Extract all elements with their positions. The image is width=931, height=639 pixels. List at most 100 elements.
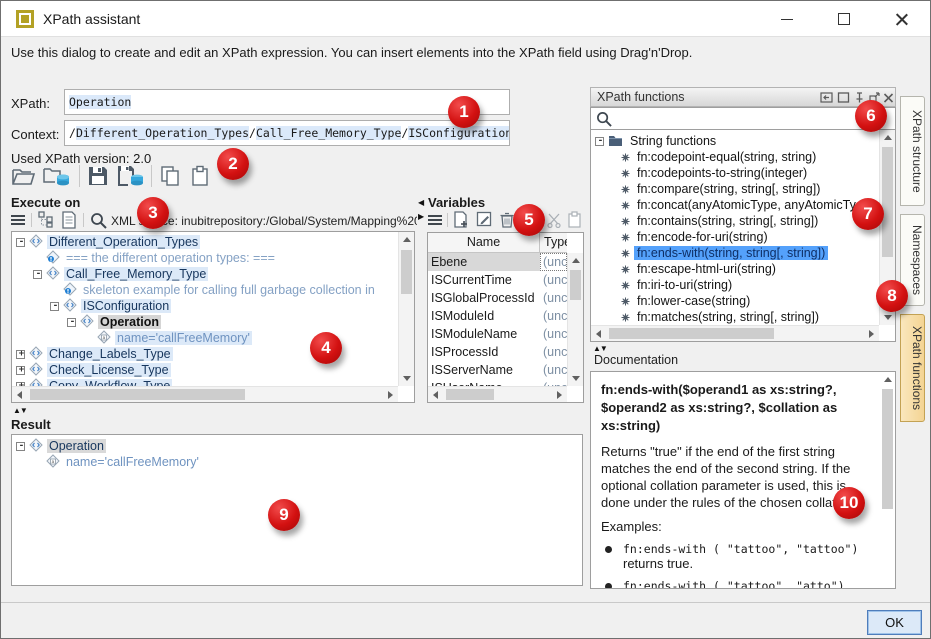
variable-row[interactable]: ISProcessId(unc — [428, 343, 567, 361]
tree-node-label: Operation — [98, 315, 161, 329]
save-icon[interactable] — [87, 165, 109, 190]
dock-icon[interactable] — [820, 91, 833, 104]
variable-row[interactable]: ISModuleId(unc — [428, 307, 567, 325]
maximize-button[interactable] — [821, 1, 867, 37]
tree-expander-icon[interactable] — [67, 318, 76, 327]
column-header-type[interactable]: Type — [540, 233, 567, 252]
paste-variable-icon[interactable] — [567, 211, 582, 230]
paste-icon[interactable] — [189, 165, 211, 190]
minimize-button[interactable] — [764, 1, 810, 37]
tree-expander-icon[interactable] — [50, 302, 59, 311]
tree-row[interactable]: Check_License_Type — [12, 362, 398, 378]
variable-row[interactable]: ISUserName(unc — [428, 379, 567, 386]
scrollbar-thumb[interactable] — [401, 250, 412, 294]
tree-expander-icon[interactable] — [33, 270, 42, 279]
menu-icon[interactable] — [11, 214, 25, 229]
function-row[interactable]: fn:codepoint-equal(string, string) — [591, 149, 879, 165]
collapse-left-icon[interactable] — [418, 199, 424, 207]
function-row[interactable]: fn:matches(string, string[, string]) — [591, 309, 879, 325]
function-row[interactable]: fn:concat(anyAtomicType, anyAtomicTy — [591, 197, 879, 213]
tree-row[interactable]: aname='callFreeMemory' — [12, 454, 582, 470]
xpath-input[interactable]: Operation — [64, 89, 510, 115]
tree-row[interactable]: Call_Free_Memory_Type — [12, 266, 398, 282]
splitter-handle[interactable] — [13, 406, 27, 415]
function-row[interactable]: fn:iri-to-uri(string) — [591, 277, 879, 293]
scroll-left-icon[interactable] — [12, 387, 28, 403]
scroll-right-icon[interactable] — [382, 387, 398, 403]
scroll-left-icon[interactable] — [591, 326, 607, 342]
scroll-up-icon[interactable] — [880, 130, 896, 146]
scrollbar-thumb[interactable] — [30, 389, 245, 400]
scrollbar-thumb[interactable] — [570, 270, 581, 300]
tree-structure-icon[interactable] — [38, 211, 55, 230]
ok-button[interactable]: OK — [867, 610, 922, 635]
tree-expander-icon[interactable] — [16, 238, 25, 247]
tree-row[interactable]: === the different operation types: === — [12, 250, 398, 266]
function-row[interactable]: fn:encode-for-uri(string) — [591, 229, 879, 245]
scroll-down-icon[interactable] — [568, 370, 584, 386]
horizontal-scrollbar[interactable] — [428, 386, 567, 402]
tree-expander-icon[interactable] — [16, 442, 25, 451]
tab-xpath-functions[interactable]: XPath functions — [900, 314, 925, 422]
search-icon[interactable] — [90, 212, 107, 230]
function-group-row[interactable]: String functions — [591, 133, 879, 149]
scroll-up-icon[interactable] — [568, 253, 584, 269]
functions-search-input[interactable] — [617, 110, 887, 127]
tree-row[interactable]: skeleton example for calling full garbag… — [12, 282, 398, 298]
tree-expander-icon[interactable] — [595, 137, 604, 146]
copy-icon[interactable] — [159, 165, 181, 190]
tab-xpath-structure[interactable]: XPath structure — [900, 96, 925, 206]
xml-tree[interactable]: Different_Operation_Types === the differ… — [12, 234, 398, 386]
tree-expander-icon[interactable] — [16, 366, 25, 375]
variable-row[interactable]: ISModuleName(unc — [428, 325, 567, 343]
context-input[interactable]: /Different_Operation_Types/Call_Free_Mem… — [64, 120, 510, 146]
tree-expander-icon[interactable] — [16, 350, 25, 359]
tree-row[interactable]: ISConfiguration — [12, 298, 398, 314]
cut-icon[interactable] — [546, 212, 562, 230]
vertical-scrollbar[interactable] — [398, 232, 414, 386]
tree-row[interactable]: Operation — [12, 438, 582, 454]
edit-variable-icon[interactable] — [476, 211, 493, 230]
function-row[interactable]: fn:escape-html-uri(string) — [591, 261, 879, 277]
function-row[interactable]: fn:lower-case(string) — [591, 293, 879, 309]
functions-tree[interactable]: String functions fn:codepoint-equal(stri… — [591, 133, 879, 325]
variable-row[interactable]: ISCurrentTime(unc — [428, 271, 567, 289]
function-row[interactable]: fn:contains(string, string[, string]) — [591, 213, 879, 229]
vertical-scrollbar[interactable] — [567, 253, 583, 386]
tree-row-selected[interactable]: Operation — [12, 314, 398, 330]
save-to-repository-icon[interactable] — [117, 165, 145, 190]
tree-row[interactable]: Copy_Workflow_Type — [12, 378, 398, 386]
splitter-handle[interactable] — [593, 344, 607, 353]
tree-row[interactable]: Different_Operation_Types — [12, 234, 398, 250]
scroll-up-icon[interactable] — [399, 232, 415, 248]
scrollbar-thumb[interactable] — [882, 147, 893, 257]
function-row[interactable]: fn:compare(string, string[, string]) — [591, 181, 879, 197]
scrollbar-thumb[interactable] — [609, 328, 774, 339]
variable-row-selected[interactable]: Ebene(unc — [428, 253, 567, 271]
document-icon[interactable] — [61, 211, 77, 230]
scroll-left-icon[interactable] — [428, 387, 444, 403]
scrollbar-thumb[interactable] — [882, 389, 893, 509]
expand-right-icon[interactable] — [418, 213, 424, 221]
add-variable-icon[interactable] — [453, 211, 470, 230]
close-button[interactable] — [879, 1, 925, 37]
scroll-down-icon[interactable] — [880, 371, 896, 372]
open-from-repository-icon[interactable] — [43, 165, 71, 190]
horizontal-scrollbar[interactable] — [12, 386, 398, 402]
variable-row[interactable]: ISGlobalProcessId(unc — [428, 289, 567, 307]
open-icon[interactable] — [11, 165, 35, 190]
function-row-selected[interactable]: fn:ends-with(string, string[, string]) — [591, 245, 879, 261]
variable-row[interactable]: ISServerName(unc — [428, 361, 567, 379]
function-label: fn:matches(string, string[, string]) — [634, 310, 822, 324]
close-panel-icon[interactable] — [882, 91, 895, 104]
horizontal-scrollbar[interactable] — [591, 325, 879, 341]
scroll-right-icon[interactable] — [863, 326, 879, 342]
scroll-down-icon[interactable] — [399, 370, 415, 386]
function-row[interactable]: fn:codepoints-to-string(integer) — [591, 165, 879, 181]
maximize-panel-icon[interactable] — [837, 91, 850, 104]
scroll-right-icon[interactable] — [551, 387, 567, 403]
menu-icon[interactable] — [428, 214, 442, 229]
scrollbar-thumb[interactable] — [446, 389, 494, 400]
scroll-up-icon[interactable] — [880, 372, 896, 388]
column-header-name[interactable]: Name — [428, 233, 540, 252]
